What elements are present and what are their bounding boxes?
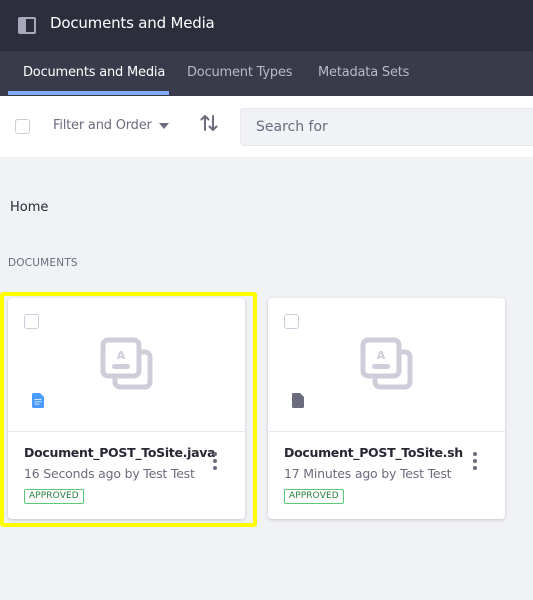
document-title[interactable]: Document_POST_ToSite.java <box>24 445 216 460</box>
navigation-bar: Documents and Media Document Types Metad… <box>0 51 533 96</box>
active-tab-indicator <box>8 91 169 95</box>
more-actions-icon[interactable] <box>471 452 479 470</box>
document-subtitle: 16 Seconds ago by Test Test <box>24 466 195 481</box>
card-preview[interactable]: A <box>268 298 505 432</box>
breadcrumb-home[interactable]: Home <box>10 200 48 215</box>
document-placeholder-icon: A <box>100 337 153 390</box>
order-arrows-icon[interactable] <box>199 113 219 133</box>
tab-document-types[interactable]: Document Types <box>187 65 293 80</box>
svg-text:A: A <box>377 349 386 362</box>
gray-document-icon <box>292 393 304 408</box>
app-header: Documents and Media <box>0 0 533 51</box>
document-card[interactable]: A Document_POST_ToSite.java 16 Seconds a… <box>8 298 245 519</box>
card-checkbox[interactable] <box>24 314 39 329</box>
search-input[interactable] <box>241 109 533 145</box>
status-badge: APPROVED <box>284 489 344 504</box>
status-badge: APPROVED <box>24 489 84 504</box>
tab-metadata-sets[interactable]: Metadata Sets <box>318 65 409 80</box>
search-field[interactable] <box>240 108 533 146</box>
card-preview[interactable]: A <box>8 298 245 432</box>
tab-documents-and-media[interactable]: Documents and Media <box>23 65 165 80</box>
document-subtitle: 17 Minutes ago by Test Test <box>284 466 452 481</box>
document-placeholder-icon: A <box>360 337 413 390</box>
select-all-checkbox[interactable] <box>15 119 30 134</box>
card-checkbox[interactable] <box>284 314 299 329</box>
blue-text-document-icon <box>32 393 44 408</box>
document-title[interactable]: Document_POST_ToSite.sh <box>284 445 463 460</box>
app-title: Documents and Media <box>50 14 215 32</box>
document-card[interactable]: A Document_POST_ToSite.sh 17 Minutes ago… <box>268 298 505 519</box>
filter-and-order-button[interactable]: Filter and Order <box>53 118 152 133</box>
caret-down-icon[interactable] <box>159 123 169 129</box>
svg-text:A: A <box>117 349 126 362</box>
more-actions-icon[interactable] <box>211 452 219 470</box>
section-title: DOCUMENTS <box>8 257 78 269</box>
management-toolbar: Filter and Order <box>0 96 533 157</box>
sidebar-toggle-icon[interactable] <box>18 17 36 34</box>
